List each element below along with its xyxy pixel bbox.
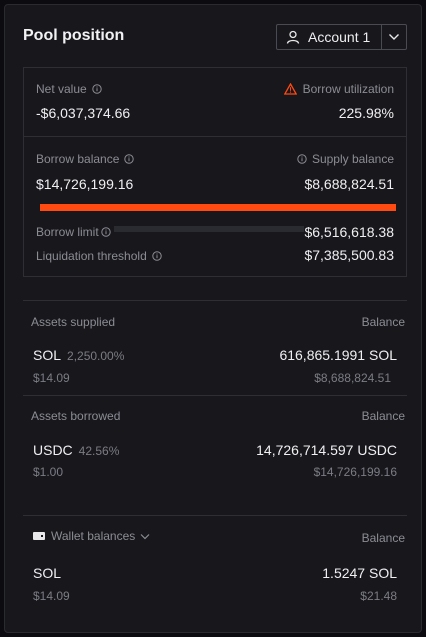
net-value: -$6,037,374.66 [36,105,131,121]
info-icon[interactable] [100,227,111,237]
account-selector[interactable]: Account 1 [276,24,407,50]
page-title: Pool position [23,27,125,44]
asset-amount: 616,865.1991 SOL [279,347,397,363]
assets-supplied-header: Assets supplied [31,315,116,329]
borrow-limit-track [114,226,304,232]
liquidation-threshold-label: Liquidation threshold [36,249,162,263]
account-button[interactable]: Account 1 [277,25,381,49]
liquidation-threshold-value: $7,385,500.83 [304,247,394,263]
info-icon[interactable] [124,154,135,164]
asset-symbol: SOL 2,250.00% [33,347,124,363]
divider [24,136,406,137]
user-icon [286,30,300,44]
balance-header: Balance [361,409,405,423]
supply-balance-label-text: Supply balance [311,152,394,166]
summary-box: Net value -$6,037,374.66 Borrow utilizat… [23,67,407,277]
borrow-balance-label: Borrow balance [36,152,135,166]
chevron-down-icon [389,34,399,40]
asset-usd-value: $21.48 [360,589,397,603]
divider [23,515,407,516]
info-icon[interactable] [92,84,102,94]
info-icon[interactable] [152,251,162,261]
account-label: Account 1 [308,29,371,45]
asset-symbol-text: SOL [33,347,62,363]
borrow-balance-label-text: Borrow balance [36,152,120,166]
asset-price: $14.09 [33,371,70,385]
borrow-limit-value: $6,516,618.38 [304,224,394,240]
borrow-utilization-label-text: Borrow utilization [302,82,394,96]
wallet-balances-toggle[interactable]: Wallet balances [33,529,150,543]
asset-symbol: SOL [33,565,62,581]
account-dropdown-button[interactable] [382,25,406,49]
chevron-down-icon [140,533,150,539]
info-icon[interactable] [297,154,307,164]
asset-usd-value: $14,726,199.16 [313,465,397,479]
asset-price: $14.09 [33,589,70,603]
borrow-limit-label-text: Borrow limit [36,225,99,239]
asset-amount: 14,726,714.597 USDC [256,442,397,458]
borrow-balance-value: $14,726,199.16 [36,176,134,192]
asset-symbol: USDC 42.56% [33,442,119,458]
supply-balance-value: $8,688,824.51 [304,176,394,192]
wallet-balances-header: Wallet balances [51,529,136,543]
borrow-utilization-value: 225.98% [338,105,394,121]
divider [23,300,407,301]
warning-icon [283,83,297,95]
pool-position-panel: Pool position Account 1 Net value -$6,03… [4,4,422,633]
asset-amount: 1.5247 SOL [322,565,397,581]
asset-usd-value: $8,688,824.51 [314,371,391,385]
assets-borrowed-header: Assets borrowed [31,409,121,423]
borrow-utilization-label: Borrow utilization [283,82,394,96]
supply-balance-label: Supply balance [297,152,394,166]
divider [23,395,407,396]
liquidation-threshold-label-text: Liquidation threshold [36,249,147,263]
balance-header: Balance [361,315,405,329]
asset-symbol-text: USDC [33,442,73,458]
asset-price: $1.00 [33,465,64,479]
wallet-icon [33,532,45,540]
utilization-bar [40,204,396,211]
asset-percent: 42.56% [78,444,120,458]
net-value-label-text: Net value [36,82,87,96]
asset-percent: 2,250.00% [67,349,125,363]
utilization-bar-fill [40,204,396,211]
borrow-limit-label: Borrow limit [36,225,111,239]
net-value-label: Net value [36,82,102,96]
balance-header: Balance [361,531,405,545]
